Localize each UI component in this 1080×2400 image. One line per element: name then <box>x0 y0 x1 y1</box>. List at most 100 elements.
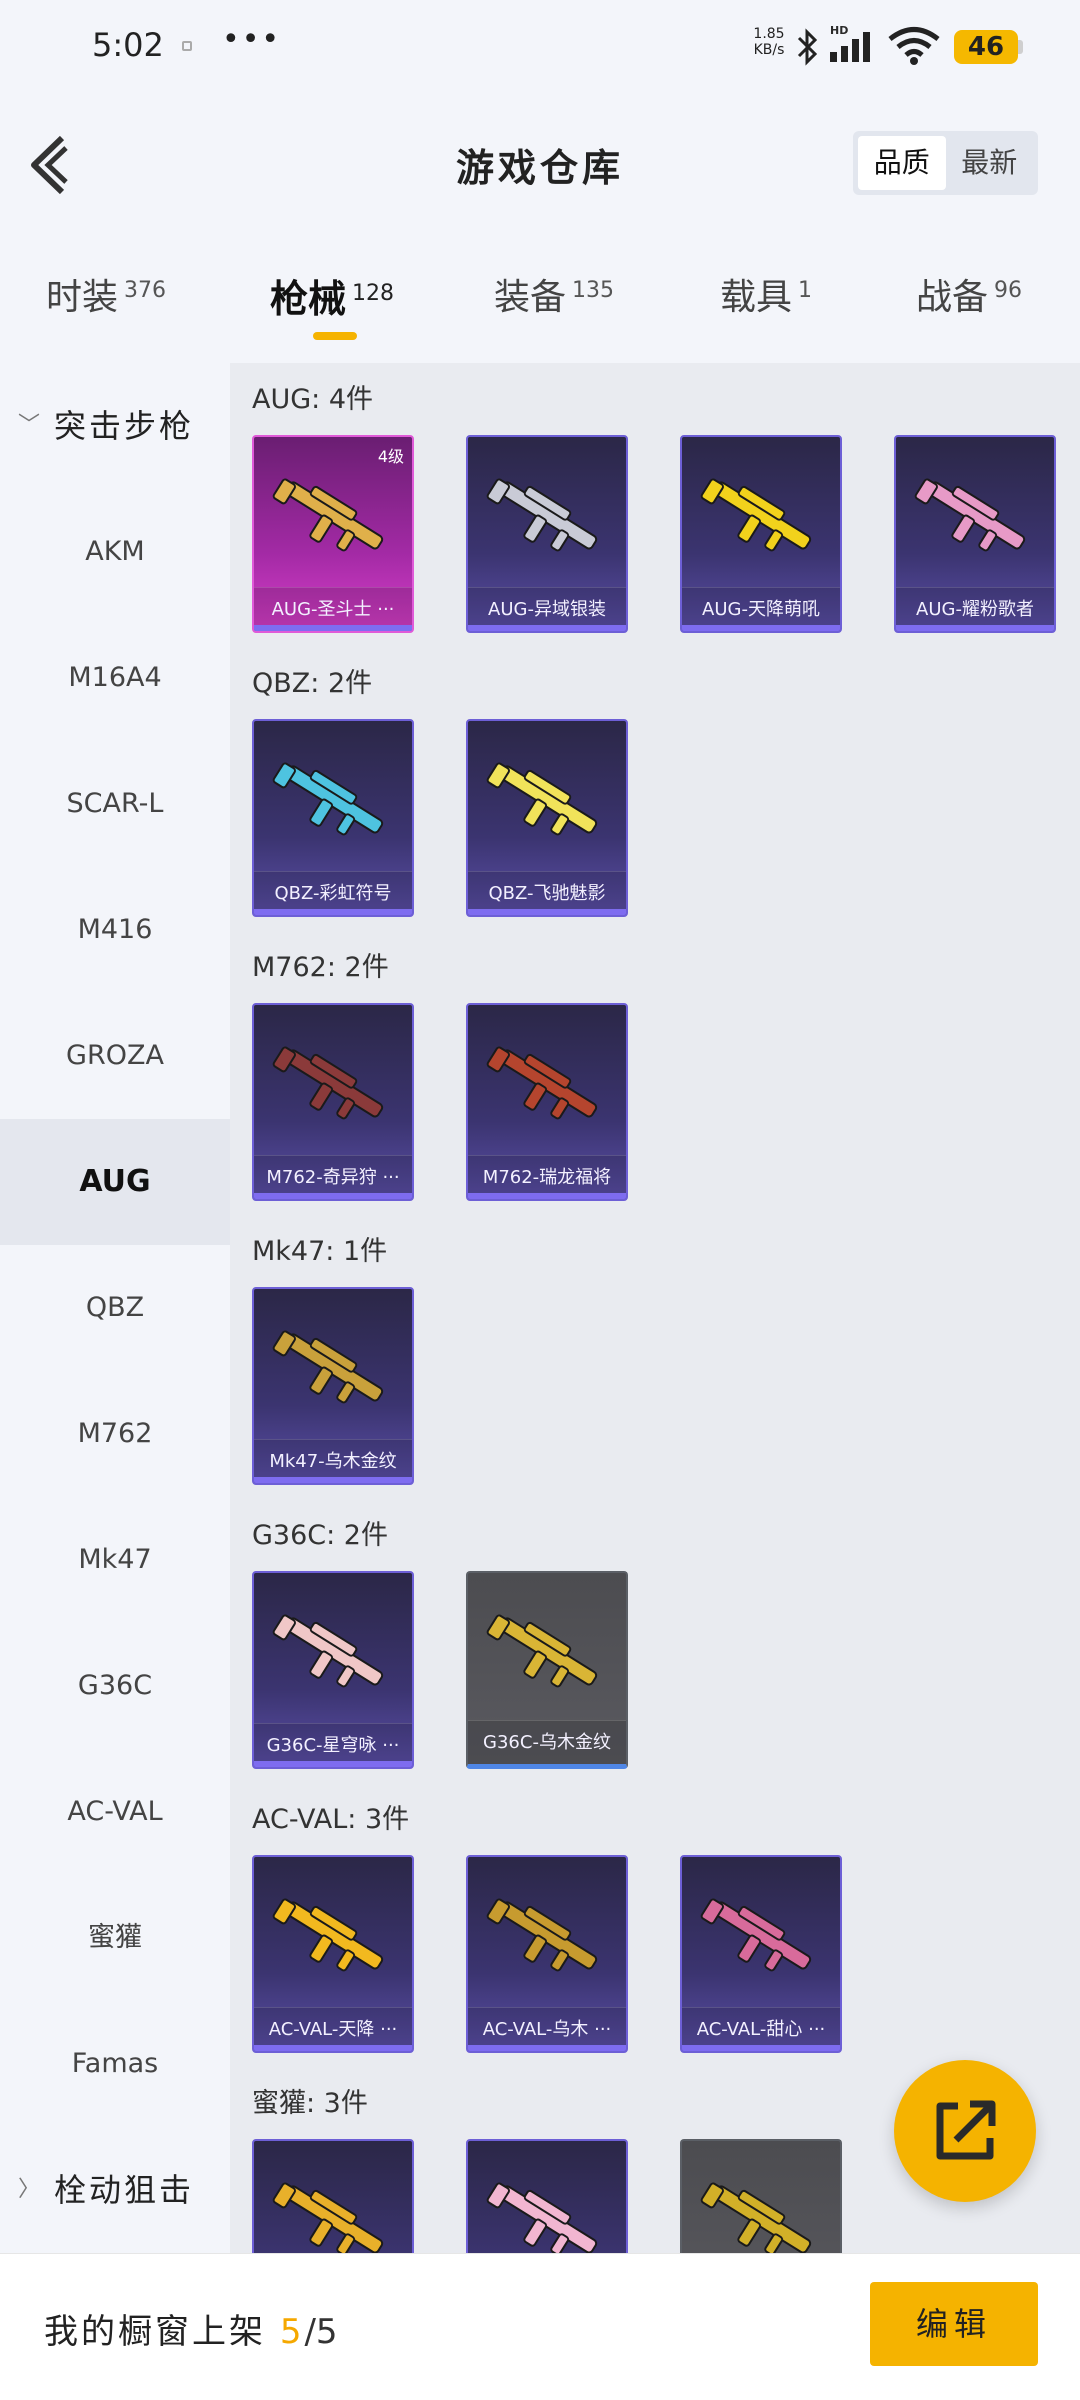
status-time: 5:02 <box>92 26 164 64</box>
sidebar-item-honey-badger[interactable]: 蜜獾 <box>0 1875 230 2001</box>
weapon-skin-card[interactable]: AC-VAL-天降 ··· <box>252 1855 414 2053</box>
category-tabs: 时装 376 枪械 128 装备 135 载具 1 战备 96 <box>0 250 1080 350</box>
weapon-image <box>700 478 812 552</box>
weapon-image <box>486 1898 598 1972</box>
showcase-count: 5 <box>279 2312 305 2352</box>
tab-fashion[interactable]: 时装 376 <box>46 268 166 320</box>
weapon-skin-card[interactable]: G36C-星穹咏 ··· <box>252 1571 414 1769</box>
share-button[interactable] <box>894 2060 1036 2202</box>
tab-count: 135 <box>572 278 615 303</box>
section-title: AUG: 4件 <box>252 384 374 415</box>
weapon-skin-card[interactable]: AUG-天降萌吼 <box>680 435 842 633</box>
chevron-right-icon: 〉 <box>18 2177 41 2202</box>
sort-option-newest[interactable]: 最新 <box>946 136 1034 190</box>
weapon-skin-card[interactable]: AC-VAL-甜心 ··· <box>680 1855 842 2053</box>
rarity-bar <box>896 625 1054 631</box>
weapon-skin-card[interactable]: 4级 AUG-圣斗士 ··· <box>252 435 414 633</box>
battery-cap <box>1018 40 1023 54</box>
rarity-bar <box>682 2045 840 2051</box>
weapon-skin-card[interactable]: AUG-耀粉歌者 <box>894 435 1056 633</box>
weapon-image <box>272 1898 384 1972</box>
tab-vehicles[interactable]: 载具 1 <box>720 268 812 320</box>
weapon-image <box>272 1046 384 1120</box>
sidebar-item-qbz[interactable]: QBZ <box>0 1245 230 1371</box>
weapon-skin-card[interactable] <box>252 2139 414 2253</box>
tab-label: 装备 <box>494 277 567 318</box>
sidebar-item-m762[interactable]: M762 <box>0 1371 230 1497</box>
more-notifications-icon: ••• <box>222 22 282 57</box>
sort-option-quality[interactable]: 品质 <box>858 136 946 190</box>
section-title: G36C: 2件 <box>252 1520 388 1551</box>
sidebar-item-m416[interactable]: M416 <box>0 867 230 993</box>
sidebar-group-label: 突击步枪 <box>54 407 195 445</box>
network-speed: 1.85 KB/s <box>748 26 790 58</box>
sidebar-item-famas[interactable]: Famas <box>0 2001 230 2127</box>
rarity-bar <box>468 1193 626 1199</box>
tab-label: 战备 <box>916 277 989 318</box>
sidebar-item-mk47[interactable]: Mk47 <box>0 1497 230 1623</box>
rarity-bar <box>468 625 626 631</box>
bluetooth-icon <box>797 28 818 66</box>
weapon-skin-card[interactable] <box>466 2139 628 2253</box>
weapon-skin-card[interactable]: M762-瑞龙福将 <box>466 1003 628 1201</box>
status-bar: 5:02 ••• 1.85 KB/s HD 46 <box>0 0 1080 95</box>
sidebar-item-ac-val[interactable]: AC-VAL <box>0 1749 230 1875</box>
weapon-grid: AUG: 4件 4级 AUG-圣斗士 ··· AUG-异域银装 AUG-天降萌吼 AUG-… <box>230 363 1080 2253</box>
tab-equipment[interactable]: 装备 135 <box>494 268 614 320</box>
tab-count: 1 <box>798 278 813 303</box>
tab-count: 376 <box>124 278 167 303</box>
sidebar-group-bolt-action-snipers[interactable]: 〉 栓动狙击 <box>0 2127 230 2253</box>
section-title: Mk47: 1件 <box>252 1236 388 1267</box>
active-tab-indicator <box>313 332 357 340</box>
tab-label: 时装 <box>46 277 119 318</box>
rarity-bar <box>254 909 412 915</box>
cellular-signal-icon <box>830 32 870 62</box>
sort-toggle: 品质 最新 <box>853 131 1038 195</box>
tab-label: 枪械 <box>270 277 347 321</box>
weapon-image <box>272 2182 384 2253</box>
weapon-skin-card[interactable]: G36C-乌木金纹 <box>466 1571 628 1769</box>
network-speed-value: 1.85 <box>753 26 785 42</box>
tab-count: 96 <box>994 278 1023 303</box>
bottom-bar: 我的橱窗上架 5/5 编辑 <box>0 2253 1080 2400</box>
sidebar-item-groza[interactable]: GROZA <box>0 993 230 1119</box>
weapon-skin-card[interactable]: AUG-异域银装 <box>466 435 628 633</box>
weapon-image <box>486 1614 598 1688</box>
weapon-skin-card[interactable]: QBZ-飞驰魅影 <box>466 719 628 917</box>
weapon-skin-card[interactable]: M762-奇异狩 ··· <box>252 1003 414 1201</box>
skin-name: G36C-乌木金纹 <box>468 1720 626 1764</box>
rarity-bar <box>254 2045 412 2051</box>
weapon-image <box>272 1614 384 1688</box>
weapon-skin-card[interactable] <box>680 2139 842 2253</box>
sidebar-item-akm[interactable]: AKM <box>0 489 230 615</box>
showcase-status: 我的橱窗上架 5/5 <box>44 2304 338 2353</box>
tab-count: 128 <box>352 281 395 306</box>
section-title: M762: 2件 <box>252 952 389 983</box>
weapon-skin-card[interactable]: QBZ-彩虹符号 <box>252 719 414 917</box>
weapon-image <box>486 478 598 552</box>
weapon-skin-card[interactable]: Mk47-乌木金纹 <box>252 1287 414 1485</box>
edit-button[interactable]: 编辑 <box>870 2282 1038 2366</box>
section-title: QBZ: 2件 <box>252 668 373 699</box>
rarity-bar <box>682 625 840 631</box>
chevron-down-icon: ﹀ <box>18 413 41 438</box>
sidebar-group-assault-rifles[interactable]: ﹀ 突击步枪 <box>0 363 230 489</box>
notification-icon <box>182 41 192 51</box>
tab-supplies[interactable]: 战备 96 <box>916 268 1022 320</box>
sidebar-item-scar-l[interactable]: SCAR-L <box>0 741 230 867</box>
weapon-image <box>486 2182 598 2253</box>
weapon-image <box>272 762 384 836</box>
weapon-sidebar: ﹀ 突击步枪 AKM M16A4 SCAR-L M416 GROZA AUG Q… <box>0 363 230 2253</box>
rarity-bar <box>254 1193 412 1199</box>
battery-level: 46 <box>954 30 1018 64</box>
rarity-bar <box>254 1761 412 1767</box>
weapon-image <box>486 762 598 836</box>
sidebar-item-g36c[interactable]: G36C <box>0 1623 230 1749</box>
network-speed-unit: KB/s <box>753 42 785 58</box>
sidebar-item-aug[interactable]: AUG <box>0 1119 230 1245</box>
weapon-image <box>272 478 384 552</box>
sidebar-item-m16a4[interactable]: M16A4 <box>0 615 230 741</box>
weapon-skin-card[interactable]: AC-VAL-乌木 ··· <box>466 1855 628 2053</box>
tab-firearms[interactable]: 枪械 128 <box>270 268 394 323</box>
section-title: 蜜獾: 3件 <box>252 2088 368 2119</box>
